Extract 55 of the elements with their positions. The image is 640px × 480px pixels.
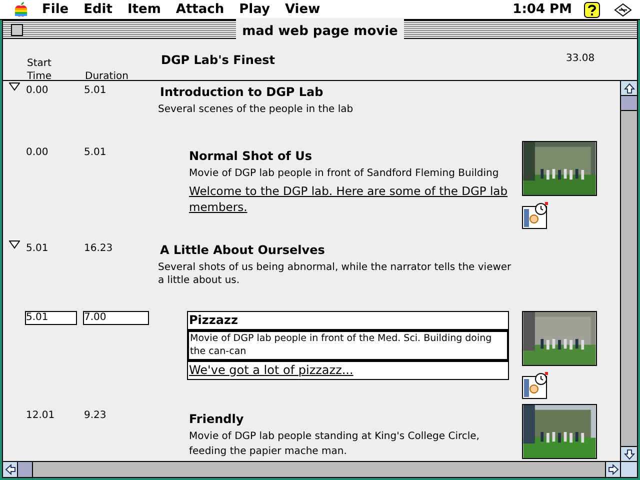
start-time: 5.01 [26, 242, 48, 256]
clip-title: Friendly [189, 411, 244, 428]
duration: 5.01 [84, 146, 106, 160]
section-description: Several shots of us being abnormal, while the narrator tells the viewer a little about us. [158, 261, 512, 287]
menu-item[interactable]: Item [127, 0, 161, 20]
start-time: 0.00 [26, 146, 48, 160]
menu-item[interactable]: View [284, 0, 320, 20]
menu-item[interactable]: Attach [176, 0, 224, 20]
column-header: Start Time [27, 57, 52, 83]
film-timer-icon[interactable] [522, 202, 549, 229]
column-header: Duration [85, 70, 128, 84]
clip-description: Movie of DGP lab people in front of Sandford Fleming Building [189, 167, 500, 181]
scroll-down-button[interactable] [621, 446, 637, 461]
horizontal-scrollbar[interactable] [3, 461, 637, 477]
scroll-thumb[interactable] [18, 462, 33, 477]
section-description: Several scenes of the people in the lab [158, 103, 354, 116]
menu-item[interactable]: Play [239, 0, 270, 20]
duration: 5.01 [84, 84, 106, 98]
scroll-left-button[interactable] [3, 462, 18, 477]
menu-clock: 1:04 PM [512, 0, 572, 19]
vertical-scrollbar[interactable] [620, 81, 637, 461]
duration: 9.23 [84, 409, 106, 423]
scroll-thumb[interactable] [621, 96, 637, 111]
application-icon[interactable] [614, 2, 632, 16]
menu-item[interactable]: Edit [84, 0, 112, 20]
down-arrow-icon [624, 448, 634, 460]
clip-title-field[interactable]: Pizzazz [187, 311, 509, 330]
section-title: Introduction to DGP Lab [160, 84, 324, 101]
start-time: 0.00 [26, 84, 48, 98]
right-arrow-icon [608, 464, 618, 475]
up-arrow-icon [624, 82, 634, 94]
clip-title: Normal Shot of Us [189, 148, 312, 165]
total-duration: 33.08 [566, 52, 595, 66]
left-arrow-icon [4, 464, 16, 475]
expanded-triangle-icon[interactable] [9, 240, 20, 251]
duration: 16.23 [84, 242, 113, 256]
section-title: A Little About Ourselves [160, 242, 325, 259]
close-box[interactable] [11, 24, 23, 36]
clip-description: Movie of DGP lab people standing at King's College Circle, feeding the papier mache man. [189, 430, 480, 459]
expanded-triangle-icon[interactable] [9, 82, 20, 93]
duration-field[interactable]: 7.00 [83, 311, 149, 325]
scroll-up-button[interactable] [621, 81, 637, 96]
menu-item[interactable]: File [42, 0, 69, 20]
apple-logo-icon[interactable] [14, 2, 28, 18]
clip-description-field[interactable]: Movie of DGP lab people in front of the Med. Sci. Building doing the can-can [187, 330, 509, 361]
start-time-field[interactable]: 5.01 [25, 311, 77, 325]
caption-field[interactable]: We've got a lot of pizzazz... [187, 361, 509, 380]
scroll-right-button[interactable] [605, 462, 620, 477]
window-title: mad web page movie [242, 24, 398, 38]
movie-title: DGP Lab's Finest [161, 52, 275, 69]
caption-link[interactable]: Welcome to the DGP lab. Here are some of the DGP lab members. [189, 183, 519, 215]
resize-box[interactable] [620, 462, 637, 477]
film-timer-icon[interactable] [522, 372, 549, 399]
help-icon[interactable] [584, 2, 600, 18]
start-time: 12.01 [26, 409, 55, 423]
